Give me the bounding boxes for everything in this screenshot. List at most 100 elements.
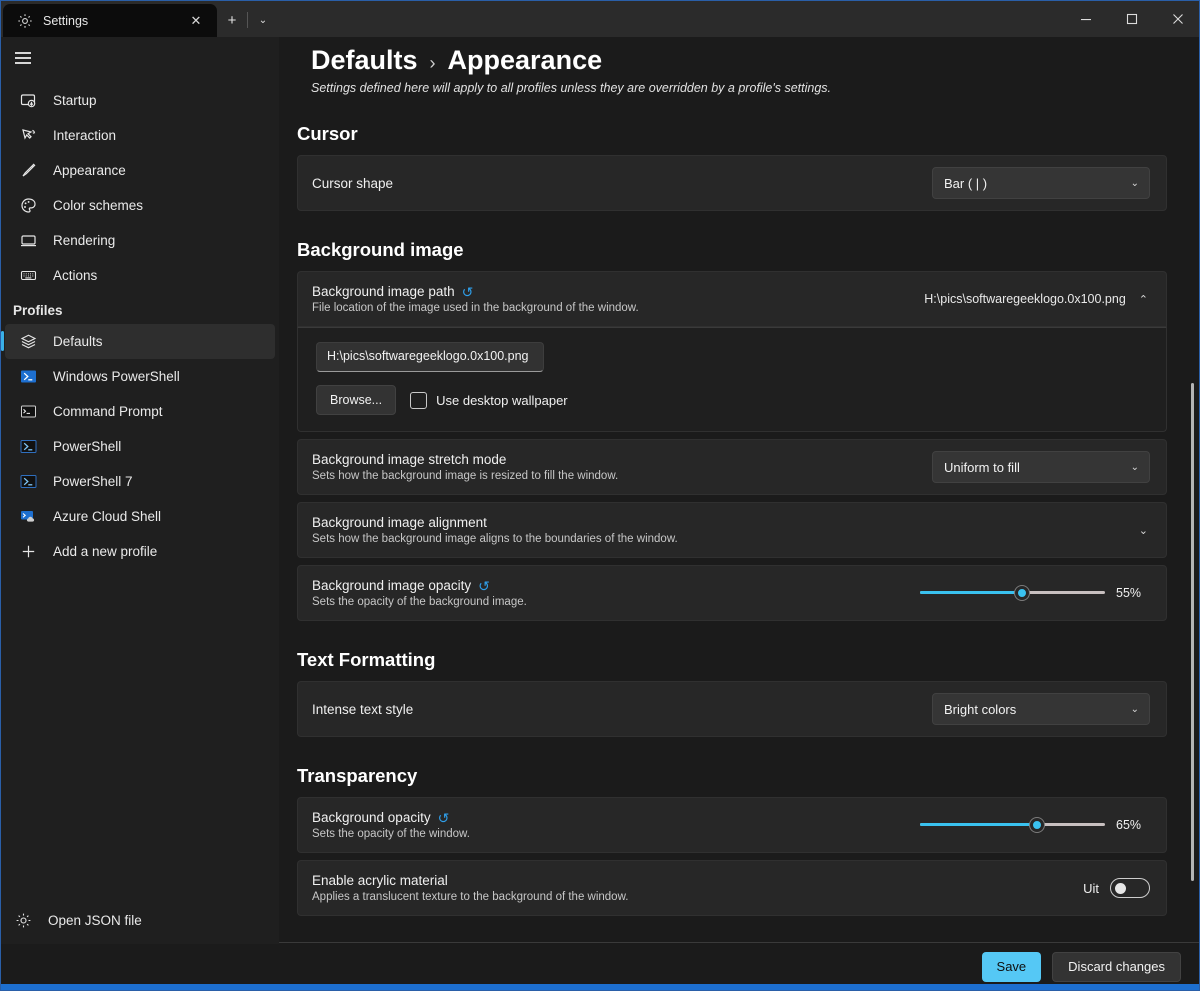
setting-background-opacity: Background opacity ↺ Sets the opacity of… [297, 797, 1167, 853]
sidebar-item-windows-powershell[interactable]: Windows PowerShell [5, 359, 275, 394]
reset-icon[interactable]: ↺ [478, 579, 490, 593]
footer-actions: Save Discard changes [279, 942, 1199, 990]
background-image-opacity-control: 55% [920, 584, 1150, 602]
sidebar-item-powershell[interactable]: PowerShell [5, 429, 275, 464]
acrylic-toggle-control[interactable]: Uit [1083, 878, 1150, 898]
setting-background-image-alignment[interactable]: Background image alignment Sets how the … [297, 502, 1167, 558]
acrylic-toggle[interactable] [1110, 878, 1150, 898]
chevron-down-icon[interactable]: ⌄ [1139, 524, 1150, 537]
use-desktop-wallpaper-checkbox[interactable]: Use desktop wallpaper [410, 391, 568, 409]
expander-summary: H:\pics\softwaregeeklogo.0x100.png ⌃ [924, 292, 1150, 306]
chevron-down-icon[interactable]: ⌄ [248, 4, 278, 37]
sidebar-item-defaults[interactable]: Defaults [1, 324, 275, 359]
powershell-icon [19, 368, 37, 386]
intense-text-style-dropdown[interactable]: Bright colors ⌄ [932, 693, 1150, 725]
keyboard-icon [19, 267, 37, 285]
breadcrumb: Defaults › Appearance [311, 45, 1199, 76]
terminal-settings-window: Settings ✕ + ⌄ Startup Interaction Appea… [0, 0, 1200, 991]
sidebar-item-label: Color schemes [53, 198, 144, 213]
sidebar: Startup Interaction Appearance Color sch… [1, 37, 279, 944]
section-title-background-image: Background image [297, 239, 464, 260]
setting-label: Background opacity ↺ [312, 810, 920, 825]
setting-text: Background image stretch mode Sets how t… [312, 452, 932, 482]
minimize-button[interactable] [1063, 1, 1109, 37]
setting-cursor-shape: Cursor shape Bar ( | ) ⌄ [297, 155, 1167, 211]
sidebar-item-powershell-7[interactable]: PowerShell 7 [5, 464, 275, 499]
close-icon[interactable]: ✕ [185, 10, 207, 32]
sidebar-item-startup[interactable]: Startup [5, 83, 275, 118]
checkbox-box[interactable] [410, 391, 428, 409]
sidebar-item-label: Windows PowerShell [53, 369, 180, 384]
save-button[interactable]: Save [981, 951, 1042, 982]
background-opacity-slider[interactable] [920, 816, 1105, 834]
chevron-up-icon[interactable]: ⌃ [1139, 293, 1150, 306]
reset-icon[interactable]: ↺ [438, 811, 450, 825]
open-json-file-label: Open JSON file [48, 912, 142, 928]
setting-label: Background image path ↺ [312, 284, 924, 299]
cmd-icon [19, 403, 37, 421]
breadcrumb-parent[interactable]: Defaults [311, 45, 418, 76]
setting-description: Sets the opacity of the window. [312, 828, 470, 840]
section-title-cursor: Cursor [297, 123, 358, 144]
setting-text: Background opacity ↺ Sets the opacity of… [312, 810, 920, 840]
gear-icon [15, 912, 32, 929]
dropdown-value: Bar ( | ) [944, 175, 988, 191]
setting-label: Background image stretch mode [312, 452, 507, 467]
sidebar-item-interaction[interactable]: Interaction [5, 118, 275, 153]
new-tab-button[interactable]: + [217, 4, 247, 37]
sidebar-item-command-prompt[interactable]: Command Prompt [5, 394, 275, 429]
sidebar-item-color-schemes[interactable]: Color schemes [5, 188, 275, 223]
sidebar-item-rendering[interactable]: Rendering [5, 223, 275, 258]
tab-settings[interactable]: Settings ✕ [3, 4, 217, 37]
hamburger-icon[interactable] [1, 39, 45, 77]
setting-text: Intense text style [312, 702, 932, 717]
sidebar-item-actions[interactable]: Actions [5, 258, 275, 293]
setting-description: Sets how the background image aligns to … [312, 533, 678, 545]
setting-text: Enable acrylic material Applies a transl… [312, 873, 1083, 903]
cursor-shape-dropdown[interactable]: Bar ( | ) ⌄ [932, 167, 1150, 199]
reset-icon[interactable]: ↺ [462, 285, 474, 299]
setting-background-image-opacity: Background image opacity ↺ Sets the opac… [297, 565, 1167, 621]
slider-thumb[interactable] [1029, 818, 1044, 832]
chevron-down-icon: ⌄ [1130, 703, 1139, 715]
maximize-button[interactable] [1109, 1, 1155, 37]
palette-icon [19, 197, 37, 215]
window-controls [1063, 1, 1199, 37]
sidebar-item-label: Azure Cloud Shell [53, 509, 162, 524]
stretch-mode-dropdown[interactable]: Uniform to fill ⌄ [932, 451, 1150, 483]
background-image-opacity-value: 55% [1116, 586, 1142, 600]
toggle-state-label: Uit [1083, 880, 1099, 896]
background-image-opacity-slider[interactable] [920, 584, 1105, 602]
setting-description: Sets the opacity of the background image… [312, 596, 527, 608]
sidebar-item-azure-cloud-shell[interactable]: Azure Cloud Shell [5, 499, 275, 534]
powershell-icon [19, 438, 37, 456]
brush-icon [19, 162, 37, 180]
setting-background-image-path[interactable]: Background image path ↺ File location of… [297, 271, 1167, 327]
powershell-icon [19, 473, 37, 491]
sidebar-item-label: PowerShell 7 [53, 474, 133, 489]
setting-text: Background image opacity ↺ Sets the opac… [312, 578, 920, 608]
sidebar-item-appearance[interactable]: Appearance [5, 153, 275, 188]
content-scrollbar[interactable] [1191, 383, 1194, 881]
setting-label-text: Background image path [312, 284, 455, 299]
page-header: Defaults › Appearance Settings defined h… [279, 37, 1199, 95]
sidebar-item-add-new-profile[interactable]: Add a new profile [5, 534, 275, 569]
dropdown-value: Bright colors [944, 701, 1017, 717]
setting-label: Intense text style [312, 701, 414, 717]
slider-thumb[interactable] [1014, 586, 1029, 600]
background-image-path-input[interactable]: H:\pics\softwaregeeklogo.0x100.png [316, 342, 544, 372]
browse-button[interactable]: Browse... [316, 385, 397, 415]
chevron-right-icon: › [429, 53, 436, 73]
background-opacity-control: 65% [920, 816, 1150, 834]
open-json-file-button[interactable]: Open JSON file [1, 896, 279, 944]
dropdown-value: Uniform to fill [944, 459, 1020, 475]
chevron-down-icon: ⌄ [1130, 177, 1139, 189]
setting-description: File location of the image used in the b… [312, 302, 639, 314]
setting-text: Background image alignment Sets how the … [312, 515, 1139, 545]
close-button[interactable] [1155, 1, 1199, 37]
tab-bar: Settings ✕ + ⌄ [1, 1, 1199, 37]
background-image-path-value: H:\pics\softwaregeeklogo.0x100.png [924, 292, 1126, 306]
discard-changes-button[interactable]: Discard changes [1052, 951, 1181, 982]
setting-label: Background image opacity ↺ [312, 578, 920, 593]
plus-icon [19, 543, 37, 561]
